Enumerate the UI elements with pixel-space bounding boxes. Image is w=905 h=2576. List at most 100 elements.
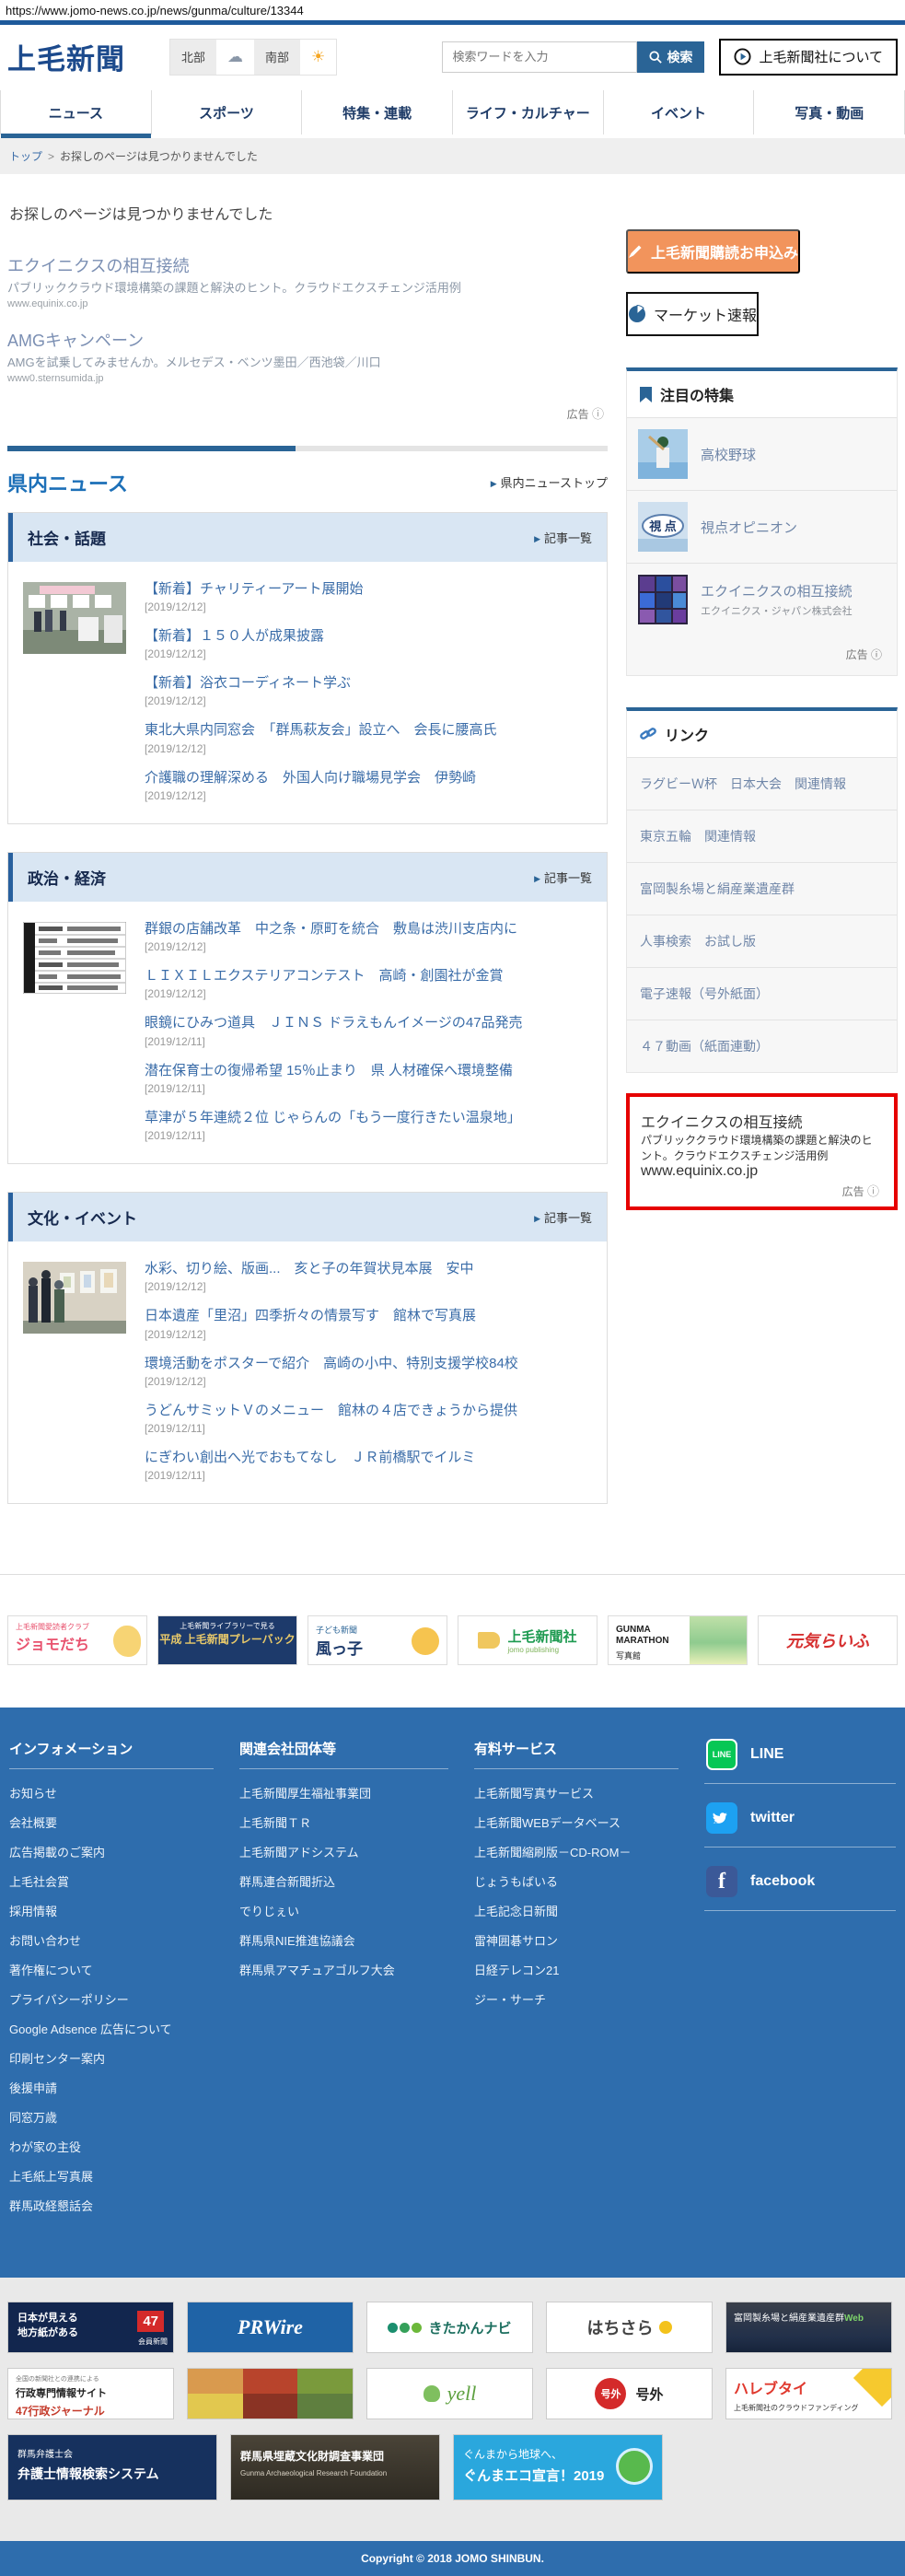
- article-list-link[interactable]: ▶記事一覧: [534, 868, 592, 886]
- social-line-link[interactable]: LINE LINE: [704, 1739, 896, 1784]
- sidebar-link-rugby[interactable]: ラグビーＷ杯 日本大会 関連情報: [627, 757, 897, 810]
- ad-label[interactable]: 広告 ⓘ: [7, 402, 608, 422]
- about-company-button[interactable]: 上毛新聞社について: [719, 39, 898, 76]
- banner-gunma-eco[interactable]: ぐんまから地球へ、 ぐんまエコ宣言！2019: [453, 2434, 663, 2500]
- footer-link[interactable]: 上毛新聞WEBデータベース: [474, 1813, 679, 1831]
- footer-link[interactable]: 群馬県アマチュアゴルフ大会: [239, 1961, 448, 1978]
- article-link[interactable]: 水彩、切り絵、版画... 亥と子の年賀状見本展 安中: [145, 1260, 592, 1278]
- footer-link[interactable]: でりじぇい: [239, 1902, 448, 1919]
- search-button[interactable]: 検索: [637, 41, 704, 73]
- ad-info-icon[interactable]: ⓘ: [592, 407, 604, 421]
- banner-genki-life[interactable]: 元気らいふ: [758, 1615, 898, 1665]
- article-thumbnail[interactable]: [23, 1262, 126, 1334]
- banner-gunma-marathon[interactable]: GUNMA MARATHON 写真館: [608, 1615, 748, 1665]
- article-link[interactable]: 東北大県内同窓会 「群馬萩友会」設立へ 会長に腰高氏: [145, 721, 592, 740]
- social-twitter-link[interactable]: twitter: [704, 1797, 896, 1847]
- article-link[interactable]: うどんサミットＶのメニュー 館林の４店できょうから提供: [145, 1402, 592, 1420]
- sidebar-link-47video[interactable]: ４７動画（紙面連動）: [627, 1020, 897, 1072]
- footer-link[interactable]: 上毛紙上写真展: [9, 2167, 214, 2185]
- article-link[interactable]: 眼鏡にひみつ道具 ＪＩＮＳ ドラえもんイメージの47品発売: [145, 1014, 592, 1032]
- banner-kazekko[interactable]: 子ども新聞 風っ子: [307, 1615, 447, 1665]
- featured-item-equinix-ad[interactable]: エクイニクスの相互接続 エクイニクス・ジャパン株式会社 広告 ⓘ: [627, 563, 897, 675]
- ad-info-icon[interactable]: ⓘ: [867, 1184, 879, 1198]
- article-thumbnail[interactable]: [23, 582, 126, 654]
- tab-sports[interactable]: スポーツ: [151, 90, 302, 134]
- social-facebook-link[interactable]: f facebook: [704, 1860, 896, 1911]
- tab-special[interactable]: 特集・連載: [301, 90, 452, 134]
- featured-item-baseball[interactable]: 高校野球: [627, 417, 897, 490]
- footer-link[interactable]: 同窓万歳: [9, 2108, 214, 2126]
- footer-link[interactable]: 群馬政経懇話会: [9, 2197, 214, 2214]
- banner-lawyer-search[interactable]: 群馬弁護士会 弁護士情報検索システム: [7, 2434, 217, 2500]
- footer-link[interactable]: わが家の主役: [9, 2138, 214, 2155]
- footer-link[interactable]: お問い合わせ: [9, 1931, 214, 1949]
- article-list-link[interactable]: ▶記事一覧: [534, 1208, 592, 1226]
- local-news-top-link[interactable]: ▶県内ニューストップ: [491, 473, 608, 491]
- article-link[interactable]: 群銀の店舗改革 中之条・原町を統合 敷島は渋川支店内に: [145, 920, 592, 938]
- footer-link[interactable]: お知らせ: [9, 1784, 214, 1801]
- footer-link[interactable]: 広告掲載のご案内: [9, 1843, 214, 1860]
- footer-link[interactable]: 日経テレコン21: [474, 1961, 679, 1978]
- breadcrumb-home-link[interactable]: トップ: [9, 150, 42, 163]
- footer-link[interactable]: 上毛記念日新聞: [474, 1902, 679, 1919]
- footer-link[interactable]: プライバシーポリシー: [9, 1990, 214, 2008]
- banner-kitakan-navi[interactable]: きたかんナビ: [366, 2302, 533, 2353]
- banner-food-collage[interactable]: [187, 2368, 354, 2419]
- search-input[interactable]: [442, 41, 637, 73]
- footer-link[interactable]: 著作権について: [9, 1961, 214, 1978]
- footer-link[interactable]: 上毛社会賞: [9, 1872, 214, 1890]
- banner-gogai[interactable]: 号外 号外: [546, 2368, 713, 2419]
- banner-harebutai[interactable]: ハレブタイ 上毛新聞社のクラウドファンディング: [725, 2368, 892, 2419]
- article-link[interactable]: にぎわい創出へ光でおもてなし ＪＲ前橋駅でイルミ: [145, 1449, 592, 1467]
- article-thumbnail[interactable]: [23, 922, 126, 994]
- footer-link[interactable]: じょうもばいる: [474, 1872, 679, 1890]
- banner-silk-heritage[interactable]: 富岡製糸場と絹産業遺産群Web: [725, 2302, 892, 2353]
- article-link[interactable]: 【新着】浴衣コーディネート学ぶ: [145, 674, 592, 693]
- ad-info-icon[interactable]: ⓘ: [871, 648, 882, 661]
- banner-hachisara[interactable]: はちさら: [546, 2302, 713, 2353]
- footer-link[interactable]: 雷神囲碁サロン: [474, 1931, 679, 1949]
- banner-yell[interactable]: yell: [366, 2368, 533, 2419]
- sidebar-link-olympics[interactable]: 東京五輪 関連情報: [627, 810, 897, 862]
- footer-link[interactable]: 後援申請: [9, 2079, 214, 2096]
- subscribe-button[interactable]: 上毛新聞購読お申込み: [626, 229, 800, 274]
- featured-item-opinion[interactable]: 視 点 視点オピニオン: [627, 490, 897, 563]
- ad-label[interactable]: 広告 ⓘ: [638, 637, 886, 664]
- sidebar-link-denshi[interactable]: 電子速報（号外紙面）: [627, 967, 897, 1020]
- article-link[interactable]: 潜在保育士の復帰希望 15％止まり 県 人材確保へ環境整備: [145, 1062, 592, 1080]
- ad-equinix[interactable]: エクイニクスの相互接続 パブリッククラウド環境構築の課題と解決のヒント。クラウド…: [7, 253, 608, 309]
- article-list-link[interactable]: ▶記事一覧: [534, 529, 592, 546]
- tab-photo-video[interactable]: 写真・動画: [753, 90, 905, 134]
- tab-event[interactable]: イベント: [603, 90, 754, 134]
- banner-jomo-publishing[interactable]: 上毛新聞社 jomo publishing: [458, 1615, 598, 1665]
- article-link[interactable]: 日本遺産「里沼」四季折々の情景写す 館林で写真展: [145, 1307, 592, 1325]
- banner-heisei-playback[interactable]: 上毛新聞ライブラリーで見る 平成 上毛新聞プレーバック: [157, 1615, 297, 1665]
- article-link[interactable]: 【新着】１５０人が成果披露: [145, 627, 592, 646]
- footer-link[interactable]: 上毛新聞ＴＲ: [239, 1813, 448, 1831]
- banner-47gyosei-journal[interactable]: 全国の新聞社との連携による 行政専門情報サイト 47行政ジャーナル: [7, 2368, 174, 2419]
- footer-link[interactable]: 採用情報: [9, 1902, 214, 1919]
- footer-link[interactable]: 群馬連合新聞折込: [239, 1872, 448, 1890]
- site-logo[interactable]: 上毛新聞: [7, 36, 125, 77]
- ad-label[interactable]: 広告 ⓘ: [641, 1180, 883, 1199]
- article-link[interactable]: 草津が５年連続２位 じゃらんの「もう一度行きたい温泉地」: [145, 1109, 592, 1127]
- footer-link[interactable]: 上毛新聞縮刷版－CD-ROM－: [474, 1843, 679, 1860]
- article-link[interactable]: 環境活動をポスターで紹介 高崎の小中、特別支援学校84校: [145, 1355, 592, 1373]
- article-link[interactable]: 【新着】チャリティーアート展開始: [145, 580, 592, 599]
- article-link[interactable]: 介護職の理解深める 外国人向け職場見学会 伊勢崎: [145, 769, 592, 787]
- tab-news[interactable]: ニュース: [0, 90, 151, 134]
- footer-link[interactable]: 上毛新聞写真サービス: [474, 1784, 679, 1801]
- sidebar-link-tomioka[interactable]: 富岡製糸場と絹産業遺産群: [627, 862, 897, 915]
- banner-jomodachi[interactable]: 上毛新聞愛読者クラブ ジョモだち: [7, 1615, 147, 1665]
- sidebar-ad-box[interactable]: エクイニクスの相互接続 パブリッククラウド環境構築の課題と解決のヒント。クラウド…: [626, 1093, 898, 1210]
- market-report-button[interactable]: マーケット速報: [626, 292, 759, 336]
- footer-link[interactable]: 印刷センター案内: [9, 2049, 214, 2067]
- footer-link[interactable]: 群馬県NIE推進協議会: [239, 1931, 448, 1949]
- banner-archaeology-foundation[interactable]: 群馬県埋蔵文化財調査事業団 Gunma Archaeological Resea…: [230, 2434, 440, 2500]
- footer-link[interactable]: 上毛新聞厚生福祉事業団: [239, 1784, 448, 1801]
- footer-link[interactable]: 会社概要: [9, 1813, 214, 1831]
- article-link[interactable]: ＬＩＸＩＬエクステリアコンテスト 高崎・創園社が金賞: [145, 967, 592, 985]
- banner-prwire[interactable]: PRWire: [187, 2302, 354, 2353]
- ad-amg[interactable]: AMGキャンペーン AMGを試乗してみませんか。メルセデス・ベンツ墨田／西池袋／…: [7, 328, 608, 384]
- sidebar-link-jinji[interactable]: 人事検索 お試し版: [627, 915, 897, 967]
